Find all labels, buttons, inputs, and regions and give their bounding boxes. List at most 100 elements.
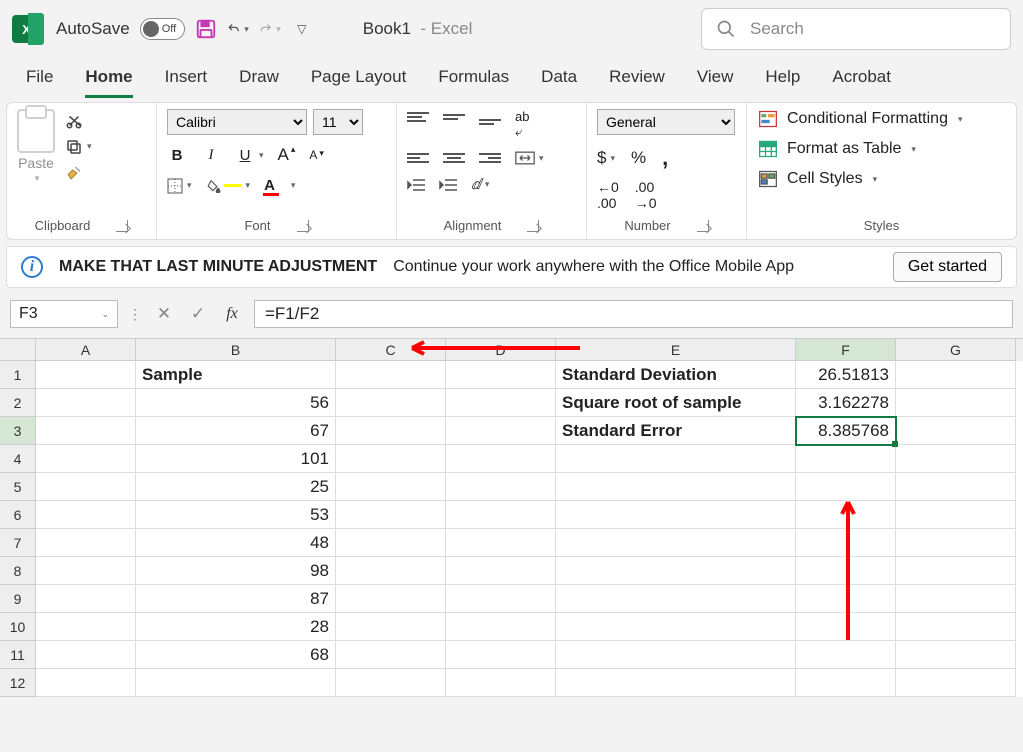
cell[interactable] xyxy=(896,585,1016,613)
cancel-formula-button[interactable]: ✕ xyxy=(152,302,176,326)
paste-button[interactable]: Paste▾ xyxy=(17,109,55,184)
copy-button[interactable]: ▾ xyxy=(65,138,92,156)
align-left-button[interactable] xyxy=(407,150,429,166)
decrease-font-button[interactable]: A▾ xyxy=(309,148,324,162)
cell[interactable] xyxy=(36,417,136,445)
cell[interactable] xyxy=(556,557,796,585)
cell[interactable] xyxy=(896,445,1016,473)
tab-review[interactable]: Review xyxy=(609,58,665,98)
align-bottom-button[interactable] xyxy=(479,109,501,125)
cell[interactable] xyxy=(446,557,556,585)
cell[interactable] xyxy=(336,669,446,697)
cell[interactable] xyxy=(556,529,796,557)
cell[interactable] xyxy=(446,613,556,641)
decrease-indent-button[interactable] xyxy=(407,176,425,193)
cell[interactable]: 68 xyxy=(136,641,336,669)
borders-button[interactable]: ▾ xyxy=(167,178,192,194)
cell-styles-button[interactable]: Cell Styles▾ xyxy=(757,169,1006,189)
dialog-launcher-icon[interactable] xyxy=(297,220,309,232)
cell[interactable] xyxy=(556,669,796,697)
cell[interactable] xyxy=(336,501,446,529)
cell[interactable] xyxy=(446,501,556,529)
cell[interactable] xyxy=(336,529,446,557)
cell[interactable] xyxy=(446,389,556,417)
align-top-button[interactable] xyxy=(407,109,429,125)
cell[interactable]: 67 xyxy=(136,417,336,445)
cell[interactable] xyxy=(36,613,136,641)
enter-formula-button[interactable]: ✓ xyxy=(186,302,210,326)
cell[interactable] xyxy=(896,529,1016,557)
cell[interactable] xyxy=(446,529,556,557)
cell[interactable]: Standard Deviation xyxy=(556,361,796,389)
comma-button[interactable]: , xyxy=(662,145,668,171)
cell[interactable] xyxy=(896,501,1016,529)
tab-page-layout[interactable]: Page Layout xyxy=(311,58,406,98)
cell[interactable] xyxy=(446,641,556,669)
save-icon[interactable] xyxy=(195,18,217,40)
decrease-decimal-button[interactable]: .00→0 xyxy=(635,179,657,211)
cell[interactable] xyxy=(556,641,796,669)
align-center-button[interactable] xyxy=(443,150,465,166)
tab-data[interactable]: Data xyxy=(541,58,577,98)
cell[interactable] xyxy=(556,501,796,529)
cell[interactable] xyxy=(896,417,1016,445)
orientation-button[interactable]: ⅆ▾ xyxy=(471,176,489,193)
cell[interactable] xyxy=(36,557,136,585)
increase-font-button[interactable]: A▴ xyxy=(278,145,296,165)
bold-button[interactable]: B xyxy=(167,147,187,164)
search-input[interactable]: Search xyxy=(701,8,1011,50)
cell[interactable] xyxy=(336,445,446,473)
cell[interactable] xyxy=(36,473,136,501)
cell[interactable] xyxy=(446,361,556,389)
cell[interactable]: Standard Error xyxy=(556,417,796,445)
font-size-select[interactable]: 11 xyxy=(313,109,363,135)
redo-button[interactable]: ▾ xyxy=(259,18,281,40)
cell[interactable] xyxy=(796,669,896,697)
cell[interactable]: 98 xyxy=(136,557,336,585)
cell[interactable]: 87 xyxy=(136,585,336,613)
cell[interactable] xyxy=(446,473,556,501)
format-as-table-button[interactable]: Format as Table▾ xyxy=(757,139,1006,159)
cell[interactable] xyxy=(36,641,136,669)
cell[interactable] xyxy=(336,641,446,669)
fill-color-button[interactable]: ▾ xyxy=(206,179,251,193)
cell[interactable] xyxy=(36,389,136,417)
column-header[interactable]: F xyxy=(796,339,896,361)
name-box[interactable]: F3⌄ xyxy=(10,300,118,328)
column-header[interactable]: B xyxy=(136,339,336,361)
cell[interactable] xyxy=(556,585,796,613)
spreadsheet-grid[interactable]: ABCDEFG 1SampleStandard Deviation26.5181… xyxy=(0,338,1023,697)
autosave-toggle[interactable]: Off xyxy=(140,18,185,40)
cell[interactable]: Square root of sample xyxy=(556,389,796,417)
undo-button[interactable]: ▾ xyxy=(227,18,249,40)
row-header[interactable]: 9 xyxy=(0,585,36,613)
tab-insert[interactable]: Insert xyxy=(165,58,208,98)
cell[interactable] xyxy=(556,473,796,501)
cell[interactable] xyxy=(896,473,1016,501)
cell[interactable]: 48 xyxy=(136,529,336,557)
cell[interactable] xyxy=(896,389,1016,417)
cell[interactable] xyxy=(36,669,136,697)
dialog-launcher-icon[interactable] xyxy=(697,220,709,232)
cut-button[interactable] xyxy=(65,112,92,130)
cell[interactable] xyxy=(556,613,796,641)
cell[interactable]: 26.51813 xyxy=(796,361,896,389)
cell[interactable] xyxy=(446,669,556,697)
format-painter-button[interactable] xyxy=(65,164,92,182)
row-header[interactable]: 8 xyxy=(0,557,36,585)
align-middle-button[interactable] xyxy=(443,109,465,125)
tab-view[interactable]: View xyxy=(697,58,734,98)
cell[interactable] xyxy=(796,445,896,473)
row-header[interactable]: 6 xyxy=(0,501,36,529)
row-header[interactable]: 7 xyxy=(0,529,36,557)
cell[interactable]: 101 xyxy=(136,445,336,473)
row-header[interactable]: 5 xyxy=(0,473,36,501)
dialog-launcher-icon[interactable] xyxy=(527,220,539,232)
cell[interactable]: Sample xyxy=(136,361,336,389)
row-header[interactable]: 3 xyxy=(0,417,36,445)
cell[interactable]: 53 xyxy=(136,501,336,529)
column-header[interactable]: A xyxy=(36,339,136,361)
cell[interactable] xyxy=(896,557,1016,585)
underline-button[interactable]: U▾ xyxy=(235,147,264,164)
conditional-formatting-button[interactable]: Conditional Formatting▾ xyxy=(757,109,1006,129)
